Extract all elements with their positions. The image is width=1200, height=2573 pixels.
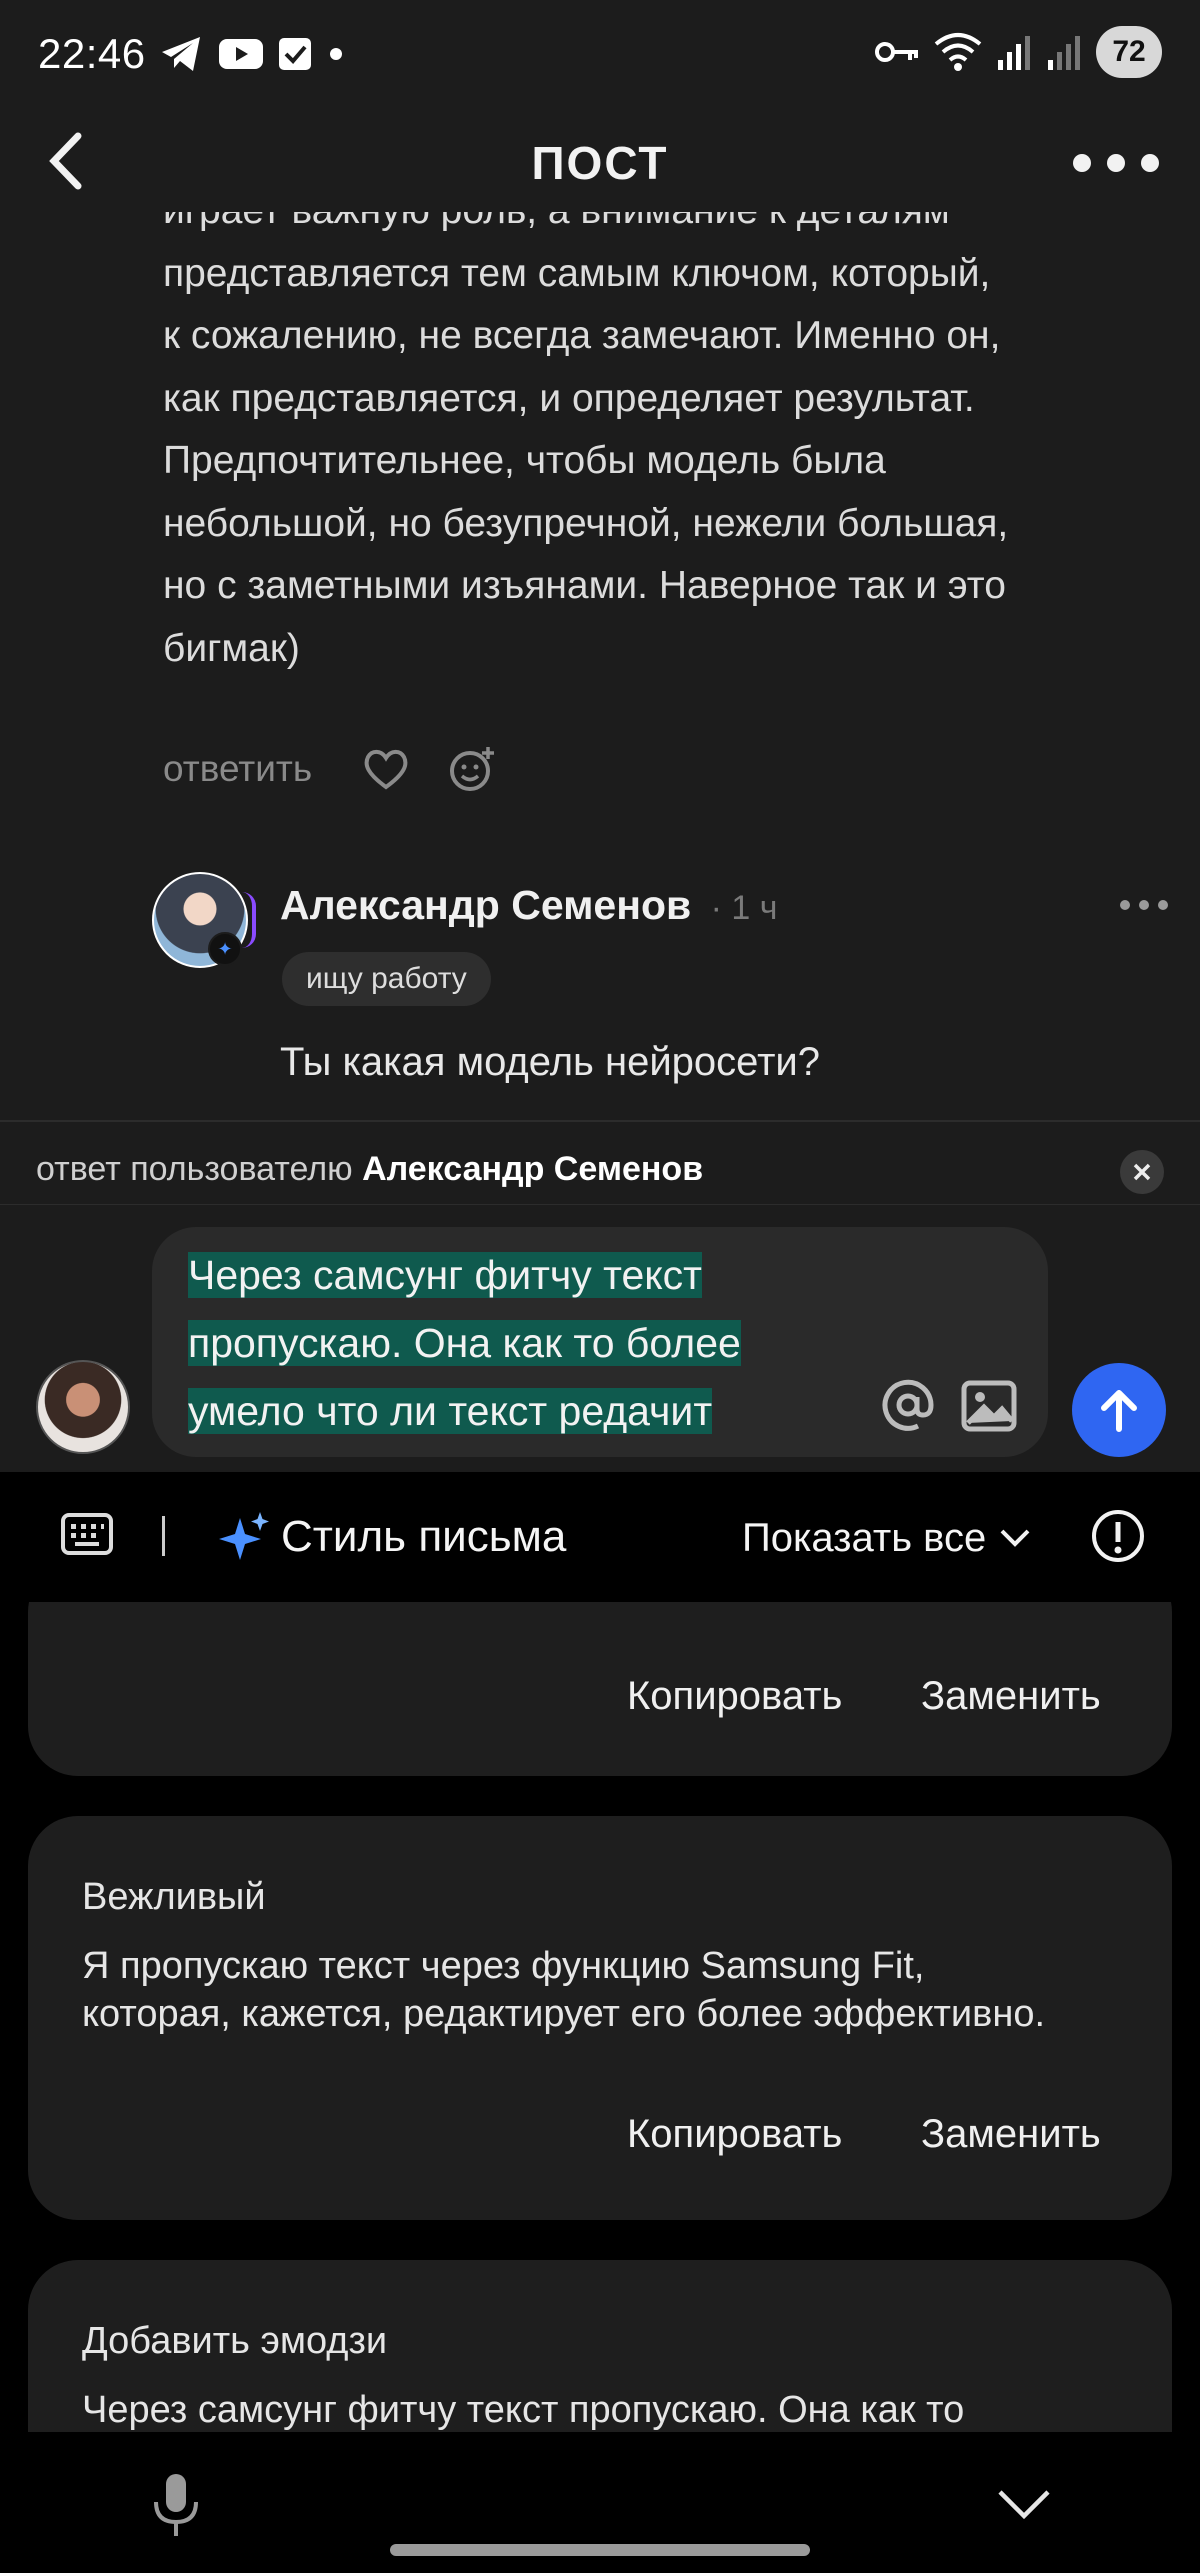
signal-icon-2 (1048, 36, 1080, 70)
sparkle-icon (219, 1512, 269, 1560)
comment-line: представляется тем самым ключом, который… (163, 251, 991, 295)
status-bar: 22:46 72 (0, 0, 1200, 108)
comment-body: играет важную роль, а внимание к деталям… (163, 212, 1143, 680)
replace-button[interactable]: Заменить (921, 1674, 1101, 1719)
story-ring (242, 892, 256, 948)
suggestion-title: Вежливый (82, 1876, 266, 1918)
signal-icon-1 (998, 36, 1030, 70)
comment-line: как представляется, и определяет результ… (163, 376, 975, 420)
status-badge: ищу работу (282, 952, 491, 1006)
suggestion-text: Через самсунг фитчу текст пропускаю. Она… (82, 2386, 1142, 2432)
suggestion-text-line: Через самсунг фитчу текст пропускаю. Она… (82, 2389, 965, 2431)
comment-line: играет важную роль, а внимание к деталям (163, 212, 1143, 243)
app-screen: 22:46 72 ПОСТ играет важную роль, а вним… (0, 0, 1200, 1472)
comment-line: но с заметными изъянами. Наверное так и … (163, 564, 1006, 607)
comment-body-clip: играет важную роль, а внимание к деталям… (0, 212, 1200, 702)
keyboard-bottom-bar (0, 2432, 1200, 2573)
suggestion-title: Добавить эмодзи (82, 2320, 388, 2362)
comment-line: бигмак) (163, 626, 300, 670)
notification-icons (160, 34, 346, 74)
wifi-icon (934, 33, 982, 71)
replace-button[interactable]: Заменить (921, 2112, 1101, 2157)
my-avatar (36, 1360, 130, 1454)
reply-to-label: ответ пользователю Александр Семенов (36, 1150, 703, 1189)
battery-indicator: 72 (1096, 26, 1162, 78)
comment-input[interactable]: Через самсунг фитчу текст пропускаю. Она… (152, 1227, 1048, 1457)
toolbar-separator (162, 1516, 165, 1556)
comment-time: · 1 ч (710, 889, 778, 927)
chevron-down-icon[interactable] (998, 1526, 1032, 1550)
top-app-bar: ПОСТ (0, 112, 1200, 212)
avatar-badge-icon: ✦ (208, 932, 242, 966)
checkbox-app-icon (278, 38, 311, 70)
system-status-icons: 72 (874, 26, 1162, 78)
suggestion-text: Я пропускаю текст через функцию Samsung … (82, 1942, 1142, 2038)
author-name[interactable]: Александр Семенов (280, 882, 691, 928)
comment-line: небольшой, но безупречной, нежели больша… (163, 501, 1009, 545)
writing-style-title: Стиль письма (281, 1512, 567, 1561)
comment-input-text[interactable]: Через самсунг фитчу текст пропускаю. Она… (188, 1241, 888, 1445)
selected-text-line: пропускаю. Она как то более (188, 1320, 741, 1366)
keyboard-icon[interactable] (60, 1512, 114, 1556)
page-title: ПОСТ (531, 137, 669, 189)
reply-to-name: Александр Семенов (362, 1150, 704, 1188)
show-all-dropdown[interactable]: Показать все (742, 1516, 986, 1561)
mention-icon[interactable] (878, 1375, 938, 1435)
add-reaction-icon[interactable] (448, 745, 496, 793)
comment-line: к сожалению, не всегда замечают. Именно … (163, 314, 1001, 357)
selected-text-line: умело что ли текст редачит (188, 1388, 713, 1434)
image-attach-icon[interactable] (960, 1377, 1018, 1435)
arrow-up-icon (1101, 1390, 1137, 1432)
key-icon (875, 42, 918, 62)
telegram-icon (161, 37, 200, 71)
reply-to-bar: ответ пользователю Александр Семенов (0, 1122, 1200, 1204)
keyboard-toolbar: Стиль письма Показать все (0, 1472, 1200, 1602)
composer: Через самсунг фитчу текст пропускаю. Она… (0, 1205, 1200, 1472)
home-gesture-handle[interactable] (390, 2544, 810, 2556)
youtube-icon (218, 39, 263, 69)
suggestion-text-line: которая, кажется, редактирует его более … (82, 1993, 1046, 2035)
status-time: 22:46 (38, 30, 146, 77)
comment-more-icon[interactable] (1118, 890, 1170, 920)
heart-icon[interactable] (362, 747, 410, 791)
close-reply-button[interactable] (1120, 1150, 1164, 1194)
comment-actions: ответить (163, 745, 496, 793)
suggestions-list: Копировать Заменить Вежливый Я пропускаю… (0, 1602, 1200, 2432)
send-button[interactable] (1072, 1363, 1166, 1457)
copy-button[interactable]: Копировать (627, 2112, 842, 2157)
reply-comment-text: Ты какая модель нейросети? (280, 1040, 820, 1084)
reply-to-prefix: ответ пользователю (36, 1150, 353, 1188)
copy-button[interactable]: Копировать (627, 1674, 842, 1719)
reply-link[interactable]: ответить (163, 748, 312, 790)
comment-line: Предпочтительнее, чтобы модель была (163, 439, 886, 482)
suggestion-text-line: Я пропускаю текст через функцию Samsung … (82, 1945, 925, 1987)
selected-text-line: Через самсунг фитчу текст (188, 1252, 702, 1298)
info-icon[interactable] (1090, 1508, 1146, 1564)
suggestion-card-polite: Вежливый Я пропускаю текст через функцию… (28, 1816, 1172, 2220)
suggestion-card-emoji: Добавить эмодзи Через самсунг фитчу текс… (28, 2260, 1172, 2432)
microphone-icon[interactable] (150, 2472, 202, 2540)
suggestion-card: Копировать Заменить (28, 1602, 1172, 1776)
close-icon (1133, 1163, 1151, 1181)
more-options-icon[interactable] (1066, 138, 1166, 188)
chevron-down-icon[interactable] (996, 2488, 1052, 2520)
author-line: Александр Семенов · 1 ч (280, 882, 778, 929)
dot-icon (329, 48, 342, 60)
